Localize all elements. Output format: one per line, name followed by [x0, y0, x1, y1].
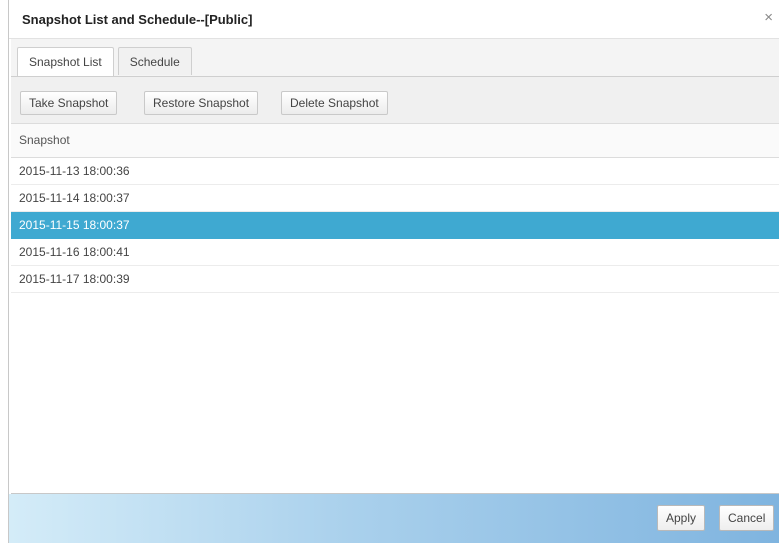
table-row[interactable]: 2015-11-14 18:00:37 [11, 185, 779, 212]
snapshot-list: 2015-11-13 18:00:36 2015-11-14 18:00:37 … [11, 158, 779, 293]
dialog-body: Snapshot List Schedule Take Snapshot Res… [11, 39, 779, 494]
table-row[interactable]: 2015-11-16 18:00:41 [11, 239, 779, 266]
table-row-selected[interactable]: 2015-11-15 18:00:37 [11, 212, 779, 239]
tab-bar: Snapshot List Schedule [17, 47, 196, 76]
tab-snapshot-list[interactable]: Snapshot List [17, 47, 114, 76]
cancel-button[interactable]: Cancel [719, 505, 775, 531]
dialog-footer: Apply Cancel [9, 494, 779, 543]
dialog-title: Snapshot List and Schedule--[Public] [22, 12, 253, 27]
close-icon[interactable]: × [764, 10, 773, 25]
tab-schedule[interactable]: Schedule [117, 47, 192, 75]
table-row[interactable]: 2015-11-17 18:00:39 [11, 266, 779, 293]
restore-snapshot-button[interactable]: Restore Snapshot [144, 91, 259, 115]
snapshot-toolbar: Take Snapshot Restore Snapshot Delete Sn… [11, 77, 779, 124]
dialog-titlebar: Snapshot List and Schedule--[Public] × [9, 0, 779, 39]
snapshot-list-panel: Take Snapshot Restore Snapshot Delete Sn… [11, 76, 779, 493]
table-row[interactable]: 2015-11-13 18:00:36 [11, 158, 779, 185]
snapshot-dialog: Snapshot List and Schedule--[Public] × S… [8, 0, 779, 543]
apply-button[interactable]: Apply [657, 505, 706, 531]
snapshot-column-header[interactable]: Snapshot [11, 124, 779, 158]
delete-snapshot-button[interactable]: Delete Snapshot [281, 91, 388, 115]
take-snapshot-button[interactable]: Take Snapshot [20, 91, 118, 115]
